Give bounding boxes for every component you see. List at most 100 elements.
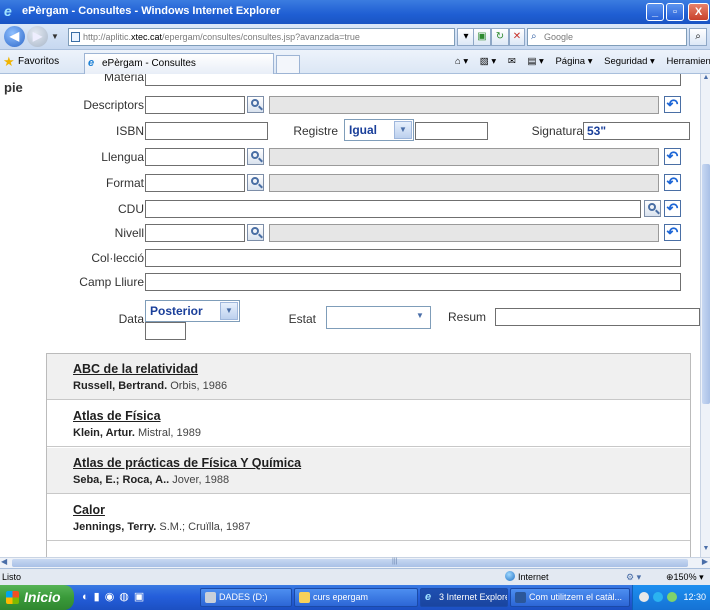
security-menu[interactable]: Seguridad ▾ <box>604 56 655 67</box>
scroll-right-icon[interactable]: ▶ <box>702 557 708 566</box>
taskbar-item-label: curs epergam <box>313 592 369 602</box>
maximize-button[interactable]: ▫ <box>666 3 684 21</box>
refresh-icon[interactable]: ↻ <box>491 28 509 46</box>
new-tab-button[interactable] <box>276 55 300 74</box>
descriptors-input[interactable] <box>145 96 245 114</box>
clock: 12:30 <box>683 592 706 602</box>
materia-label: Materia <box>103 74 144 84</box>
materia-input[interactable] <box>145 74 681 86</box>
resum-label: Resum <box>447 310 486 324</box>
scroll-left-icon[interactable]: ◀ <box>1 557 7 566</box>
search-input[interactable]: ⌕ Google <box>527 28 687 46</box>
cdu-clear-icon[interactable]: ↶ <box>664 200 681 217</box>
zoom-level[interactable]: ⊕150% ▾ <box>666 569 704 585</box>
horizontal-scroll-thumb[interactable] <box>12 559 688 567</box>
nivell-search-icon[interactable] <box>247 224 264 241</box>
result-item[interactable]: Calor Jennings, Terry. S.M.; Cruïlla, 19… <box>47 495 690 541</box>
side-label: pie <box>4 80 23 95</box>
taskbar-item-label: 3 Internet Explorer <box>439 592 508 602</box>
data-input[interactable] <box>145 322 186 340</box>
descriptors-search-icon[interactable] <box>247 96 264 113</box>
registre-input[interactable] <box>415 122 488 140</box>
format-clear-icon[interactable]: ↶ <box>664 174 681 191</box>
scroll-up-icon[interactable]: ▲ <box>701 74 710 86</box>
signatura-label: Signatura <box>531 124 583 138</box>
result-author: Klein, Artur. <box>73 427 135 439</box>
minimize-button[interactable]: _ <box>646 3 664 21</box>
signatura-input[interactable]: 53" <box>583 122 690 140</box>
result-title[interactable]: Atlas de prácticas de Física Y Química <box>73 456 301 470</box>
home-icon[interactable]: ⌂ ▾ <box>455 56 468 67</box>
security-zone: Internet <box>505 569 549 585</box>
nivell-display <box>269 224 659 242</box>
result-title[interactable]: ABC de la relatividad <box>73 362 198 376</box>
close-button[interactable]: X <box>688 3 709 21</box>
colleccio-input[interactable] <box>145 249 681 267</box>
tray-icon[interactable] <box>653 592 663 602</box>
cdu-input[interactable] <box>145 200 641 218</box>
favorites-button[interactable]: Favoritos <box>18 56 59 67</box>
format-input[interactable] <box>145 174 245 192</box>
chevron-down-icon: ▼ <box>411 308 429 326</box>
nivell-clear-icon[interactable]: ↶ <box>664 224 681 241</box>
result-publisher: Jover, 1988 <box>172 474 230 486</box>
browser-tab[interactable]: e ePèrgam - Consultes <box>84 53 274 74</box>
taskbar-item-doc[interactable]: Com utilitzem el catàl... <box>510 588 630 607</box>
vertical-scrollbar[interactable]: ▲ ▼ <box>700 74 710 557</box>
cdu-search-icon[interactable] <box>644 200 661 217</box>
favorites-bar: ★ Favoritos e ePèrgam - Consultes ⌂ ▾ ▧ … <box>0 50 710 74</box>
camp-lliure-input[interactable] <box>145 273 681 291</box>
taskbar-item-ie[interactable]: e 3 Internet Explorer <box>420 588 508 607</box>
data-select[interactable]: Posterior ▼ <box>145 300 240 322</box>
favorites-star-icon[interactable]: ★ <box>3 55 15 68</box>
mail-icon[interactable]: ✉ <box>508 56 516 67</box>
search-placeholder: Google <box>544 32 574 42</box>
resum-input[interactable] <box>495 308 700 326</box>
quick-launch-icons[interactable]: ◐▮◉◍▣ <box>82 590 149 603</box>
descriptors-clear-icon[interactable]: ↶ <box>664 96 681 113</box>
start-button[interactable]: Inicio <box>0 585 74 610</box>
registre-select[interactable]: Igual ▼ <box>344 119 414 141</box>
descriptors-display <box>269 96 659 114</box>
vertical-scroll-thumb[interactable] <box>702 164 710 404</box>
taskbar-item-folder[interactable]: curs epergam <box>294 588 418 607</box>
llengua-clear-icon[interactable]: ↶ <box>664 148 681 165</box>
feeds-icon[interactable]: ▧ ▾ <box>480 56 496 67</box>
horizontal-scrollbar[interactable]: ◀ ||| ▶ <box>0 557 710 568</box>
taskbar-item-label: Com utilitzem el catàl... <box>529 592 623 602</box>
address-input[interactable]: http://aplitic.xtec.cat/epergam/consulte… <box>68 28 455 46</box>
nivell-input[interactable] <box>145 224 245 242</box>
result-author: Seba, E.; Roca, A.. <box>73 474 170 486</box>
stop-icon[interactable]: ✕ <box>509 28 525 46</box>
back-button[interactable]: ◀ <box>4 26 25 47</box>
forward-button[interactable]: ▶ <box>27 26 48 47</box>
result-title[interactable]: Atlas de Física <box>73 409 161 423</box>
tray-icon[interactable] <box>667 592 677 602</box>
llengua-input[interactable] <box>145 148 245 166</box>
isbn-input[interactable] <box>145 122 268 140</box>
zone-label: Internet <box>518 572 549 582</box>
tools-menu[interactable]: Herramientas ▾ <box>666 56 710 67</box>
format-label: Format <box>105 176 144 190</box>
result-item[interactable]: Atlas de prácticas de Física Y Química S… <box>47 448 690 494</box>
result-title[interactable]: Calor <box>73 503 105 517</box>
protected-mode-icon[interactable]: ⚙ ▾ <box>626 569 641 585</box>
estat-label: Estat <box>288 312 316 326</box>
search-options-icon[interactable]: ⌕ <box>689 28 707 46</box>
result-item[interactable]: Atlas de Física Klein, Artur. Mistral, 1… <box>47 401 690 447</box>
scroll-down-icon[interactable]: ▼ <box>701 545 710 557</box>
format-search-icon[interactable] <box>247 174 264 191</box>
llengua-search-icon[interactable] <box>247 148 264 165</box>
page-menu[interactable]: Página ▾ <box>555 56 592 67</box>
taskbar-item-dades[interactable]: DADES (D:) <box>200 588 292 607</box>
tray-icon[interactable] <box>639 592 649 602</box>
compatibility-icon[interactable]: ▣ <box>473 28 491 46</box>
print-icon[interactable]: ▤ ▾ <box>527 56 543 67</box>
registre-select-value: Igual <box>349 123 378 137</box>
start-label: Inicio <box>24 589 61 605</box>
history-dropdown-icon[interactable]: ▼ <box>51 32 59 41</box>
status-bar: Listo Internet ⚙ ▾ ⊕150% ▾ <box>0 568 710 585</box>
estat-select[interactable]: ▼ <box>326 306 431 329</box>
scroll-grip-icon: ||| <box>392 558 398 565</box>
result-item[interactable]: ABC de la relatividad Russell, Bertrand.… <box>47 354 690 400</box>
